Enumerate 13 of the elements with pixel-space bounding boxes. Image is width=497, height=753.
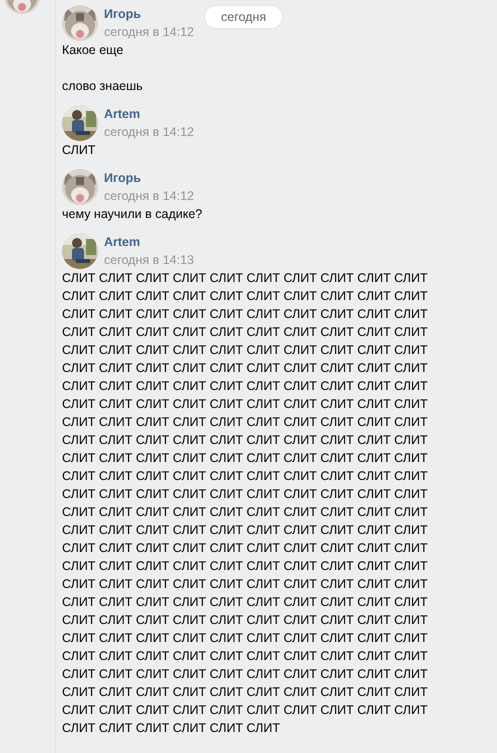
message-time[interactable]: сегодня в 14:13 xyxy=(104,251,194,269)
author-name[interactable]: Artem xyxy=(104,106,194,123)
author-name[interactable]: Игорь xyxy=(104,170,194,187)
message-text: СЛИТ xyxy=(62,142,96,159)
message-time[interactable]: сегодня в 14:12 xyxy=(104,187,194,205)
date-badge: сегодня xyxy=(205,6,282,28)
author-name[interactable]: Игорь xyxy=(104,6,194,23)
message-text: Какое еще слово знаешь xyxy=(62,42,144,95)
message-text: чему научили в садике? xyxy=(62,206,204,223)
message-text: СЛИТ СЛИТ СЛИТ СЛИТ СЛИТ СЛИТ СЛИТ СЛИТ СЛИТ СЛИТ СЛИТ СЛИТ СЛИТ СЛИТ СЛИТ СЛИТ СЛИТ СЛИТ СЛИТ СЛИТ СЛИТ СЛИТ СЛИТ СЛИТ СЛИТ СЛИТ СЛИТ СЛИТ СЛИТ СЛИТ СЛИТ СЛИТ СЛИТ СЛИТ СЛИТ СЛИТ СЛИТ СЛИТ СЛИТ СЛИТ СЛИТ СЛИТ СЛИТ СЛИТ СЛИТ СЛИТ СЛИТ СЛИТ СЛИТ СЛИТ СЛИТ СЛИТ СЛИТ СЛИТ СЛИТ СЛИТ СЛИТ СЛИТ СЛИТ СЛИТ СЛИТ СЛИТ СЛИТ СЛИТ СЛИТ СЛИТ СЛИТ СЛИТ СЛИТ СЛИТ СЛИТ СЛИТ СЛИТ СЛИТ СЛИТ СЛИТ СЛИТ СЛИТ СЛИТ СЛИТ СЛИТ СЛИТ СЛИТ СЛИТ СЛИТ СЛИТ СЛИТ СЛИТ СЛИТ СЛИТ СЛИТ СЛИТ СЛИТ СЛИТ СЛИТ СЛИТ СЛИТ СЛИТ СЛИТ СЛИТ СЛИТ СЛИТ СЛИТ СЛИТ СЛИТ СЛИТ СЛИТ СЛИТ СЛИТ СЛИТ СЛИТ СЛИТ СЛИТ СЛИТ СЛИТ СЛИТ СЛИТ СЛИТ СЛИТ СЛИТ СЛИТ СЛИТ СЛИТ СЛИТ СЛИТ СЛИТ СЛИТ СЛИТ СЛИТ СЛИТ СЛИТ СЛИТ СЛИТ СЛИТ СЛИТ СЛИТ СЛИТ СЛИТ СЛИТ СЛИТ СЛИТ СЛИТ СЛИТ СЛИТ СЛИТ СЛИТ СЛИТ СЛИТ СЛИТ СЛИТ СЛИТ СЛИТ СЛИТ СЛИТ СЛИТ СЛИТ СЛИТ СЛИТ СЛИТ СЛИТ СЛИТ СЛИТ СЛИТ СЛИТ СЛИТ СЛИТ СЛИТ СЛИТ СЛИТ СЛИТ СЛИТ СЛИТ СЛИТ СЛИТ СЛИТ СЛИТ СЛИТ СЛИТ СЛИТ СЛИТ СЛИТ СЛИТ СЛИТ СЛИТ СЛИТ СЛИТ СЛИТ СЛИТ СЛИТ СЛИТ СЛИТ СЛИТ СЛИТ СЛИТ СЛИТ СЛИТ СЛИТ СЛИТ СЛИТ СЛИТ СЛИТ СЛИТ СЛИТ СЛИТ СЛИТ СЛИТ СЛИТ СЛИТ СЛИТ СЛИТ СЛИТ СЛИТ СЛИТ СЛИТ СЛИТ СЛИТ СЛИТ СЛИТ СЛИТ СЛИТ СЛИТ СЛИТ СЛИТ СЛИТ СЛИТ СЛИТ СЛИТ СЛИТ СЛИТ СЛИТ СЛИТ СЛИТ СЛИТ СЛИТ СЛИТ СЛИТ СЛИТ СЛИТ СЛИТ СЛИТ СЛИТ СЛИТ СЛИТ СЛИТ СЛИТ СЛИТ СЛИТ СЛИТ СЛИТ СЛИТ СЛИТ СЛИТ СЛИТ СЛИТ СЛИТ СЛИТ xyxy=(62,270,429,737)
author-name[interactable]: Artem xyxy=(104,234,194,251)
message-time[interactable]: сегодня в 14:12 xyxy=(104,23,194,41)
message-time[interactable]: сегодня в 14:12 xyxy=(104,123,194,141)
